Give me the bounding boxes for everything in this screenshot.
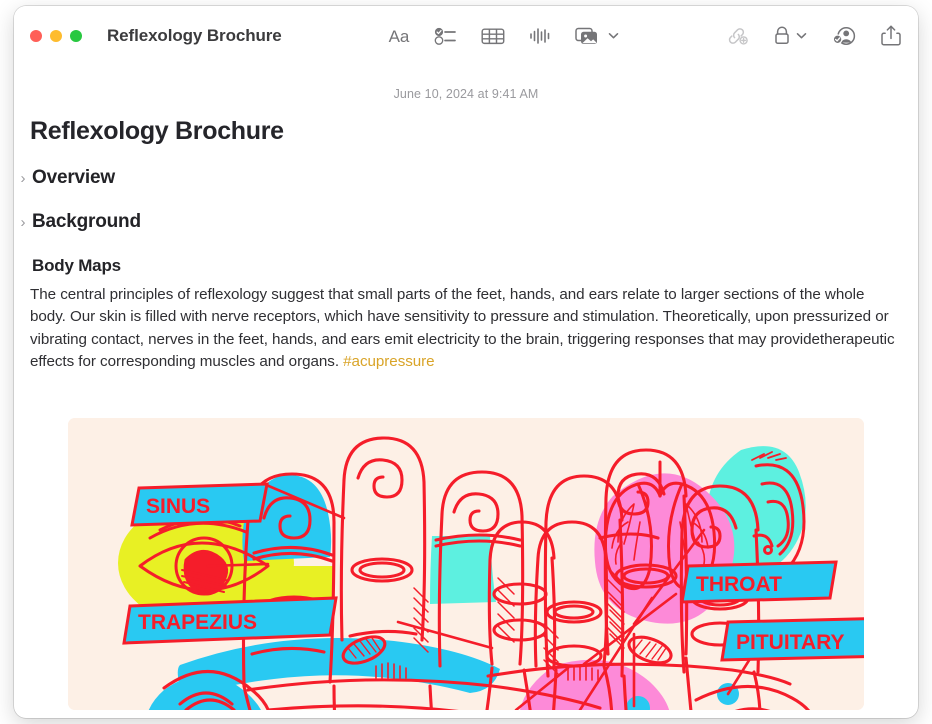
window-toolbar: Reflexology Brochure Aa [14,6,918,65]
svg-text:Aa: Aa [389,27,410,46]
format-aa-icon: Aa [386,25,412,47]
person-check-icon [830,25,858,47]
share-button[interactable] [880,24,902,47]
lock-note-button[interactable] [772,25,808,47]
toolbar-right-group [724,6,902,65]
label-trapezius-text: TRAPEZIUS [138,611,257,634]
collaborate-button[interactable] [830,25,858,47]
section-header-body-maps[interactable]: Body Maps [16,254,918,278]
section-header-background[interactable]: › Background [16,210,918,234]
label-trapezius: TRAPEZIUS [122,596,338,645]
minimize-button[interactable] [50,29,62,42]
section-label: Body Maps [32,256,121,275]
table-button[interactable] [480,25,506,47]
close-button[interactable] [30,29,42,42]
audio-waveform-icon [528,25,552,47]
checklist-button[interactable] [434,26,458,46]
link-icon [724,25,750,47]
zoom-button[interactable] [70,29,82,42]
note-paragraph: The central principles of reflexology su… [30,284,902,374]
table-icon [480,25,506,47]
hashtag-link[interactable]: #acupressure [343,353,434,370]
media-photos-icon [574,25,604,47]
label-pituitary-text: PITUITARY [736,631,845,654]
chevron-right-icon[interactable]: › [16,215,30,230]
section-label: Overview [32,167,115,188]
note-title: Reflexology Brochure [30,117,284,145]
label-throat: THROAT [680,560,838,604]
label-sinus-text: SINUS [146,495,210,518]
reflexology-illustration[interactable]: SINUS TRAPEZIUS THROAT PITUITARY [68,417,864,710]
label-sinus: SINUS [130,482,269,527]
toolbar-center-group: Aa [386,6,620,65]
note-content[interactable]: June 10, 2024 at 9:41 AM Reflexology Bro… [14,87,918,710]
traffic-light-controls [30,29,82,42]
share-icon [880,24,902,47]
chevron-down-icon [795,29,808,42]
reflexology-chart-svg: SINUS TRAPEZIUS THROAT PITUITARY [68,417,864,710]
add-link-button[interactable] [724,25,750,47]
lock-icon [772,25,792,47]
chevron-down-icon [607,29,620,42]
format-button[interactable]: Aa [386,25,412,47]
section-label: Background [32,211,141,232]
media-button[interactable] [574,25,620,47]
section-header-overview[interactable]: › Overview [16,166,918,190]
record-audio-button[interactable] [528,25,552,47]
checklist-icon [434,26,458,46]
label-throat-text: THROAT [696,573,782,596]
note-date: June 10, 2024 at 9:41 AM [393,87,539,101]
paragraph-text: The central principles of reflexology su… [30,286,895,371]
label-pituitary: PITUITARY [720,616,864,662]
chevron-right-icon[interactable]: › [16,171,30,186]
window-title: Reflexology Brochure [107,25,282,45]
notes-window: Reflexology Brochure Aa June 10, 2024 at… [14,6,918,718]
